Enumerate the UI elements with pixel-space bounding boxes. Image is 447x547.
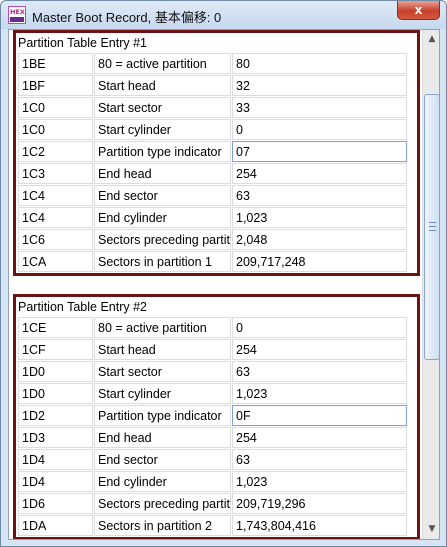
group-title: Partition Table Entry #1 xyxy=(18,36,148,50)
field-name-cell: Partition type indicator xyxy=(94,405,231,426)
table-row: 1C3 End head 254 xyxy=(18,163,417,185)
table-row: 1C0 Start sector 33 xyxy=(18,97,417,119)
table-row: 1D6Sectors preceding partition209,719,29… xyxy=(18,493,417,515)
offset-cell: 1C0 xyxy=(18,119,93,140)
value-field[interactable]: 2,048 xyxy=(232,229,407,250)
window-title: Master Boot Record, 基本偏移: 0 xyxy=(32,10,222,25)
value-field[interactable]: 63 xyxy=(232,185,407,206)
field-name-cell: Start cylinder xyxy=(94,383,231,404)
offset-cell: 1DA xyxy=(18,515,93,536)
table-row: 1DA Sectors in partition 2 1,743,804,416 xyxy=(18,515,417,537)
value-field[interactable]: 1,023 xyxy=(232,207,407,228)
field-name-cell: Start head xyxy=(94,339,231,360)
value-field[interactable]: 0 xyxy=(232,317,407,338)
value-field[interactable]: 32 xyxy=(232,75,407,96)
offset-cell: 1D3 xyxy=(18,427,93,448)
field-table: 1BE 80 = active partition 80 1BF Start head 3… xyxy=(16,53,417,273)
field-name-cell: End head xyxy=(94,163,231,184)
offset-cell: 1D2 xyxy=(18,405,93,426)
field-name-cell: End sector xyxy=(94,449,231,470)
value-field[interactable]: 209,719,296 xyxy=(232,493,407,514)
field-name-cell: Sectors in partition 2 xyxy=(94,515,231,536)
field-name-cell: Start sector xyxy=(94,361,231,382)
field-name-cell: End sector xyxy=(94,185,231,206)
table-row: 1C4 End cylinder 1,023 xyxy=(18,207,417,229)
table-row: 1CE 80 = active partition 0 xyxy=(18,317,417,339)
offset-cell: 1BF xyxy=(18,75,93,96)
group-title: Partition Table Entry #2 xyxy=(18,300,148,314)
mbr-window: HEX Master Boot Record, 基本偏移: 0 x Partit… xyxy=(0,0,447,547)
offset-cell: 1C4 xyxy=(18,207,93,228)
offset-cell: 1D0 xyxy=(18,361,93,382)
field-name-cell: Start cylinder xyxy=(94,119,231,140)
field-name-cell: 80 = active partition xyxy=(94,317,231,338)
value-field[interactable]: 63 xyxy=(232,449,407,470)
table-row: 1D0 Start cylinder 1,023 xyxy=(18,383,417,405)
field-name-cell: Sectors in partition 1 xyxy=(94,251,231,272)
hex-editor-icon: HEX xyxy=(8,6,26,24)
table-row: 1D2 Partition type indicator 0F xyxy=(18,405,417,427)
value-field[interactable]: 254 xyxy=(232,339,407,360)
table-row: 1C6Sectors preceding partition2,048 xyxy=(18,229,417,251)
offset-cell: 1C2 xyxy=(18,141,93,162)
value-field[interactable]: 1,023 xyxy=(232,471,407,492)
table-row: 1D3 End head 254 xyxy=(18,427,417,449)
table-row: 1D4 End sector 63 xyxy=(18,449,417,471)
value-field[interactable]: 33 xyxy=(232,97,407,118)
table-row: 1CF Start head 254 xyxy=(18,339,417,361)
offset-cell: 1D4 xyxy=(18,471,93,492)
field-name-cell: End head xyxy=(94,427,231,448)
offset-cell: 1CE xyxy=(18,317,93,338)
value-field[interactable]: 209,717,248 xyxy=(232,251,407,272)
value-field[interactable]: 63 xyxy=(232,361,407,382)
value-field[interactable]: 254 xyxy=(232,163,407,184)
vertical-scrollbar[interactable]: ▲ ▼ xyxy=(422,30,439,539)
field-name-cell: Sectors preceding partition xyxy=(94,493,231,514)
field-table: 1CE 80 = active partition 0 1CF Start head 25… xyxy=(16,317,417,537)
table-row: 1C4 End sector 63 xyxy=(18,185,417,207)
offset-cell: 1C6 xyxy=(18,229,93,250)
scroll-down-arrow-icon[interactable]: ▼ xyxy=(424,521,439,538)
field-name-cell: End cylinder xyxy=(94,207,231,228)
client-area: Partition Table Entry #1 1BE 80 = active … xyxy=(8,29,440,540)
field-name-cell: Sectors preceding partition xyxy=(94,229,231,250)
title-bar[interactable]: HEX Master Boot Record, 基本偏移: 0 x xyxy=(1,1,446,29)
field-name-cell: End cylinder xyxy=(94,471,231,492)
table-row: 1D0 Start sector 63 xyxy=(18,361,417,383)
field-name-cell: 80 = active partition xyxy=(94,53,231,74)
partition-entry-2-group: Partition Table Entry #2 1CE 80 = active … xyxy=(13,294,420,539)
value-field[interactable]: 0 xyxy=(232,119,407,140)
table-row: 1BF Start head 32 xyxy=(18,75,417,97)
offset-cell: 1C0 xyxy=(18,97,93,118)
partition-entry-1-group: Partition Table Entry #1 1BE 80 = active … xyxy=(13,30,420,276)
offset-cell: 1C3 xyxy=(18,163,93,184)
offset-cell: 1C4 xyxy=(18,185,93,206)
offset-cell: 1CF xyxy=(18,339,93,360)
offset-cell: 1BE xyxy=(18,53,93,74)
table-row: 1D4 End cylinder 1,023 xyxy=(18,471,417,493)
offset-cell: 1CA xyxy=(18,251,93,272)
scroll-up-arrow-icon[interactable]: ▲ xyxy=(424,31,439,48)
offset-cell: 1D4 xyxy=(18,449,93,470)
close-button[interactable]: x xyxy=(397,1,440,20)
table-row: 1C0 Start cylinder 0 xyxy=(18,119,417,141)
value-field[interactable]: 07 xyxy=(232,141,407,162)
scrollbar-thumb[interactable] xyxy=(424,94,439,360)
table-row: 1BE 80 = active partition 80 xyxy=(18,53,417,75)
table-row: 1CA Sectors in partition 1 209,717,248 xyxy=(18,251,417,273)
field-name-cell: Start head xyxy=(94,75,231,96)
grip-icon xyxy=(429,222,436,231)
table-row: 1C2 Partition type indicator 07 xyxy=(18,141,417,163)
value-field[interactable]: 1,023 xyxy=(232,383,407,404)
offset-cell: 1D6 xyxy=(18,493,93,514)
field-name-cell: Start sector xyxy=(94,97,231,118)
value-field[interactable]: 1,743,804,416 xyxy=(232,515,407,536)
hex-logo-text: HEX xyxy=(10,8,25,16)
offset-cell: 1D0 xyxy=(18,383,93,404)
value-field[interactable]: 0F xyxy=(232,405,407,426)
value-field[interactable]: 254 xyxy=(232,427,407,448)
value-field[interactable]: 80 xyxy=(232,53,407,74)
field-name-cell: Partition type indicator xyxy=(94,141,231,162)
